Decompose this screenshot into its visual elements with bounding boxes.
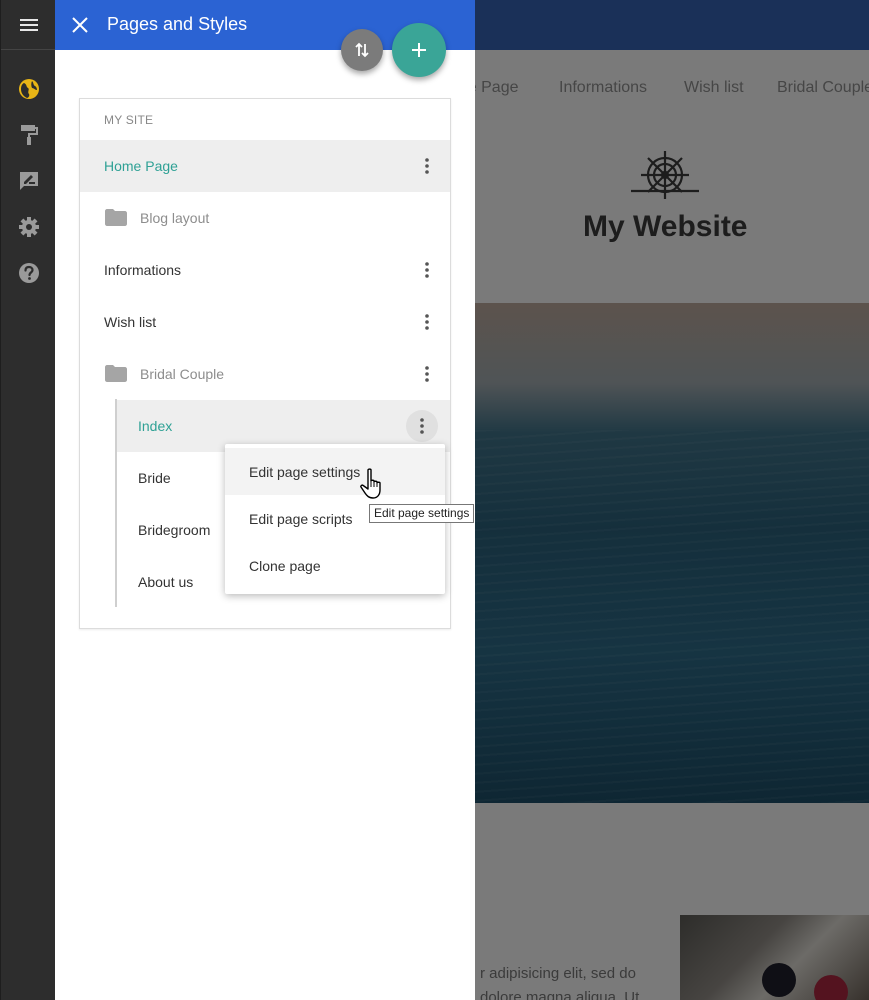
menu-button[interactable]: [1, 0, 56, 50]
left-toolbar: [0, 0, 56, 1000]
folder-item-bridal-couple[interactable]: Bridal Couple: [80, 348, 450, 400]
hand-cursor-icon: [360, 468, 381, 499]
folder-options-button[interactable]: [411, 358, 443, 390]
pages-tab-button[interactable]: [18, 78, 40, 100]
panel-title: Pages and Styles: [107, 14, 248, 34]
help-icon: [19, 263, 39, 283]
sort-icon: [355, 42, 369, 58]
add-page-button[interactable]: [392, 23, 446, 77]
page-item-label: Index: [138, 418, 173, 434]
gear-icon: [19, 217, 39, 237]
menu-icon: [19, 18, 38, 31]
page-item-label: Informations: [104, 262, 182, 278]
section-label: MY SITE: [104, 113, 154, 127]
help-tab-button[interactable]: [18, 262, 40, 284]
page-options-button[interactable]: [411, 254, 443, 286]
more-vert-icon: [420, 418, 424, 434]
close-button[interactable]: [68, 13, 92, 37]
more-vert-icon: [425, 262, 429, 278]
folder-icon: [105, 209, 127, 226]
page-item-informations[interactable]: Informations: [80, 244, 450, 296]
page-item-label: About us: [138, 574, 194, 590]
more-vert-icon: [425, 314, 429, 330]
tooltip: Edit page settings: [369, 504, 475, 523]
page-item-label: Home Page: [104, 158, 178, 174]
page-item-wish-list[interactable]: Wish list: [80, 296, 450, 348]
close-icon: [72, 17, 88, 33]
settings-tab-button[interactable]: [18, 216, 40, 238]
folder-item-blog-layout[interactable]: Blog layout: [80, 192, 450, 244]
styles-tab-button[interactable]: [18, 124, 40, 146]
more-vert-icon: [425, 158, 429, 174]
menu-item-label: Clone page: [249, 558, 321, 574]
menu-item-label: Edit page scripts: [249, 511, 353, 527]
menu-item-edit-page-settings[interactable]: Edit page settings: [225, 448, 445, 495]
sort-button[interactable]: [341, 29, 383, 71]
menu-item-clone-page[interactable]: Clone page: [225, 542, 445, 589]
paint-roller-icon: [21, 125, 38, 145]
add-icon: [412, 43, 426, 57]
page-options-button[interactable]: [406, 410, 438, 442]
folder-icon: [105, 365, 127, 382]
globe-icon: [19, 79, 39, 99]
feedback-tab-button[interactable]: [18, 170, 40, 192]
menu-item-label: Edit page settings: [249, 464, 361, 480]
page-item-label: Bridegroom: [138, 522, 211, 538]
page-options-button[interactable]: [411, 306, 443, 338]
page-item-label: Bride: [138, 470, 171, 486]
page-item-home-page[interactable]: Home Page: [80, 140, 450, 192]
folder-item-label: Bridal Couple: [140, 366, 225, 382]
more-vert-icon: [425, 366, 429, 382]
folder-item-label: Blog layout: [140, 210, 210, 226]
page-item-label: Wish list: [104, 314, 157, 330]
page-options-button[interactable]: [411, 150, 443, 182]
feedback-icon: [20, 172, 38, 190]
